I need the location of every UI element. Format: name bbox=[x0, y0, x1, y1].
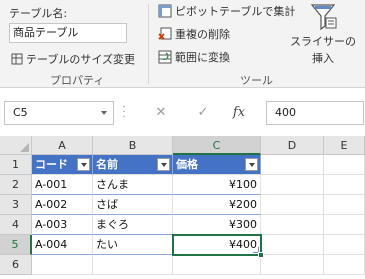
table-header-cell[interactable]: コード bbox=[32, 155, 93, 175]
group-divider bbox=[148, 4, 149, 84]
table-cell[interactable]: A-003 bbox=[32, 215, 93, 235]
table-cell[interactable]: A-002 bbox=[32, 195, 93, 215]
column-header-b[interactable]: B bbox=[93, 136, 173, 155]
grid-cell[interactable] bbox=[261, 235, 324, 255]
pivot-summarize-label: ピボットテーブルで集計 bbox=[175, 5, 296, 18]
tools-group-label: ツール bbox=[240, 74, 273, 87]
table-cell[interactable]: A-001 bbox=[32, 175, 93, 195]
grid-cell[interactable] bbox=[173, 255, 261, 275]
enter-icon[interactable]: ✓ bbox=[189, 101, 217, 125]
grid-cell[interactable] bbox=[261, 155, 324, 175]
insert-slicer-label-line2: 挿入 bbox=[312, 52, 334, 65]
grid-cell[interactable] bbox=[261, 175, 324, 195]
convert-to-range-icon bbox=[158, 50, 172, 64]
row-header-1[interactable]: 1 bbox=[0, 155, 32, 175]
grid-cell[interactable] bbox=[261, 255, 324, 275]
table-cell[interactable]: ¥300 bbox=[173, 215, 261, 235]
table-cell[interactable]: ¥200 bbox=[173, 195, 261, 215]
filter-dropdown-icon[interactable] bbox=[245, 158, 258, 171]
column-header-c[interactable]: C bbox=[173, 136, 261, 155]
grid-cell[interactable] bbox=[324, 175, 365, 195]
row-header-3[interactable]: 3 bbox=[0, 195, 32, 215]
formula-bar-splitter[interactable]: · · · bbox=[121, 103, 127, 123]
header-code-label: コード bbox=[35, 158, 68, 171]
resize-table-button[interactable]: テーブルのサイズ変更 bbox=[11, 51, 135, 67]
row-header-2[interactable]: 2 bbox=[0, 175, 32, 195]
table-cell[interactable]: まぐろ bbox=[93, 215, 173, 235]
column-header-a[interactable]: A bbox=[32, 136, 93, 155]
grid-cell[interactable] bbox=[261, 195, 324, 215]
insert-slicer-label-line1: スライサーの bbox=[290, 35, 356, 48]
resize-table-label: テーブルのサイズ変更 bbox=[26, 53, 136, 66]
slicer-icon bbox=[308, 2, 338, 32]
ribbon: テーブル名: 商品テーブル テーブルのサイズ変更 プロパティ ピボットテーブルで… bbox=[0, 0, 365, 88]
table-cell[interactable]: さんま bbox=[93, 175, 173, 195]
grid-cell[interactable] bbox=[324, 255, 365, 275]
grid-cell[interactable] bbox=[93, 255, 173, 275]
header-name-label: 名前 bbox=[96, 158, 118, 171]
name-box-value: C5 bbox=[13, 106, 28, 119]
grid-cell[interactable] bbox=[324, 215, 365, 235]
grid-cell[interactable] bbox=[32, 255, 93, 275]
table-cell[interactable]: たい bbox=[93, 235, 173, 255]
cancel-icon[interactable]: ✕ bbox=[147, 101, 175, 125]
table-name-label: テーブル名: bbox=[9, 7, 68, 20]
column-header-d[interactable]: D bbox=[261, 136, 324, 155]
convert-to-range-label: 範囲に変換 bbox=[175, 51, 230, 64]
pivot-summarize-button[interactable]: ピボットテーブルで集計 bbox=[158, 3, 295, 19]
worksheet-grid: A B C D E 1 2 3 4 5 6 コード 名前 価格 A-001 さん… bbox=[0, 136, 365, 279]
table-resize-handle-icon[interactable] bbox=[253, 247, 259, 253]
formula-input[interactable]: 400 bbox=[266, 101, 364, 125]
table-cell[interactable]: ¥400 bbox=[173, 235, 261, 255]
name-box[interactable]: C5 bbox=[4, 101, 114, 125]
table-header-cell[interactable]: 名前 bbox=[93, 155, 173, 175]
table-name-input[interactable]: 商品テーブル bbox=[9, 23, 127, 43]
table-cell[interactable]: A-004 bbox=[32, 235, 93, 255]
grid-cell[interactable] bbox=[324, 235, 365, 255]
properties-group-label: プロパティ bbox=[50, 74, 105, 87]
formula-bar: C5 · · · ✕ ✓ fx 400 bbox=[0, 96, 365, 130]
resize-table-icon bbox=[11, 53, 23, 65]
row-header-4[interactable]: 4 bbox=[0, 215, 32, 235]
remove-duplicates-label: 重複の削除 bbox=[175, 28, 230, 41]
grid-cell[interactable] bbox=[324, 155, 365, 175]
column-header-e[interactable]: E bbox=[324, 136, 365, 155]
insert-function-icon[interactable]: fx bbox=[225, 101, 253, 125]
row-header-5[interactable]: 5 bbox=[0, 235, 32, 255]
table-cell[interactable]: ¥100 bbox=[173, 175, 261, 195]
select-all-icon bbox=[20, 143, 29, 152]
grid-cell[interactable] bbox=[324, 195, 365, 215]
header-price-label: 価格 bbox=[176, 158, 198, 171]
select-all-button[interactable] bbox=[0, 136, 32, 155]
table-header-cell[interactable]: 価格 bbox=[173, 155, 261, 175]
convert-to-range-button[interactable]: 範囲に変換 bbox=[158, 49, 230, 65]
filter-dropdown-icon[interactable] bbox=[157, 158, 170, 171]
chevron-down-icon[interactable] bbox=[101, 111, 107, 115]
grid-cell[interactable] bbox=[261, 215, 324, 235]
filter-dropdown-icon[interactable] bbox=[77, 158, 90, 171]
remove-duplicates-button[interactable]: 重複の削除 bbox=[158, 26, 230, 42]
row-header-6[interactable]: 6 bbox=[0, 255, 32, 275]
remove-duplicates-icon bbox=[158, 27, 172, 41]
pivot-table-icon bbox=[158, 4, 172, 18]
table-cell[interactable]: さば bbox=[93, 195, 173, 215]
formula-buttons: ✕ ✓ fx bbox=[133, 101, 262, 125]
insert-slicer-button[interactable]: スライサーの 挿入 bbox=[290, 2, 356, 66]
